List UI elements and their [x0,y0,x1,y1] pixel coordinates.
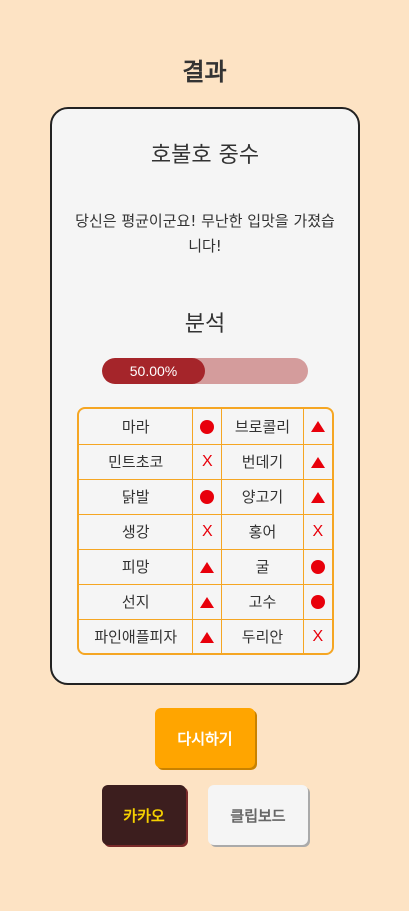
progress-fill: 50.00% [102,358,205,384]
triangle-icon [200,561,215,573]
result-type-title: 호불호 중수 [150,143,260,168]
food-mark-left [192,478,223,515]
x-mark-icon: X [202,452,213,470]
food-mark-left [192,618,223,653]
food-mark-right: X [302,618,332,653]
food-mark-right [302,548,332,585]
table-row: 민트초코 X 번데기 [79,443,332,480]
circle-icon [200,490,215,504]
food-mark-left: X [192,513,223,550]
triangle-icon [200,596,215,608]
food-mark-right [302,443,332,480]
food-mark-left [192,583,223,620]
analysis-title: 분석 [184,312,226,337]
triangle-icon [310,421,325,433]
food-name-left: 피망 [79,548,194,585]
circle-icon [310,595,325,609]
table-row: 생강 X 홍어 X [79,513,332,550]
result-card: 호불호 중수 당신은 평균이군요! 무난한 입맛을 가졌습니다! 분석 50.0… [50,107,360,685]
food-name-right: 홍어 [221,513,304,550]
food-name-left: 민트초코 [79,443,194,480]
retry-button[interactable]: 다시하기 [155,708,255,768]
food-name-right: 고수 [221,583,304,620]
table-row: 파인애플피자 두리안 X [79,618,332,653]
triangle-icon [310,456,325,468]
clipboard-copy-button[interactable]: 클립보드 [208,785,308,845]
food-name-right: 브로콜리 [221,409,304,445]
table-row: 피망 굴 [79,548,332,585]
food-table: 마라 브로콜리민트초코 X 번데기닭발 양고기생강 X 홍어 X 피망 굴선지 고수파인애플피자 두리… [77,407,334,655]
table-row: 선지 고수 [79,583,332,620]
food-name-right: 양고기 [221,478,304,515]
food-mark-left [192,409,223,445]
triangle-icon [200,631,215,643]
food-name-left: 파인애플피자 [79,618,194,653]
circle-icon [200,419,215,434]
table-row: 닭발 양고기 [79,478,332,515]
result-description: 당신은 평균이군요! 무난한 입맛을 가졌습니다! [75,212,335,255]
triangle-icon [310,491,325,503]
progress-bar: 50.00% [102,358,308,384]
food-mark-right: X [302,513,332,550]
food-name-left: 생강 [79,513,194,550]
table-row: 마라 브로콜리 [79,409,332,445]
food-mark-left: X [192,443,223,480]
food-name-left: 마라 [79,409,194,445]
food-mark-right [302,478,332,515]
result-page: 결과 호불호 중수 당신은 평균이군요! 무난한 입맛을 가졌습니다! 분석 5… [0,0,409,911]
food-name-left: 닭발 [79,478,194,515]
page-title: 결과 [182,58,227,86]
food-name-right: 두리안 [221,618,304,653]
x-mark-icon: X [202,522,213,540]
food-mark-left [192,548,223,585]
food-mark-right [302,583,332,620]
food-name-left: 선지 [79,583,194,620]
food-mark-right [302,409,332,445]
food-name-right: 번데기 [221,443,304,480]
x-mark-icon: X [312,522,324,540]
food-name-right: 굴 [221,548,304,585]
kakao-share-button[interactable]: 카카오 [102,785,186,845]
circle-icon [310,560,325,574]
progress-label: 50.00% [129,363,178,379]
x-mark-icon: X [312,628,324,645]
